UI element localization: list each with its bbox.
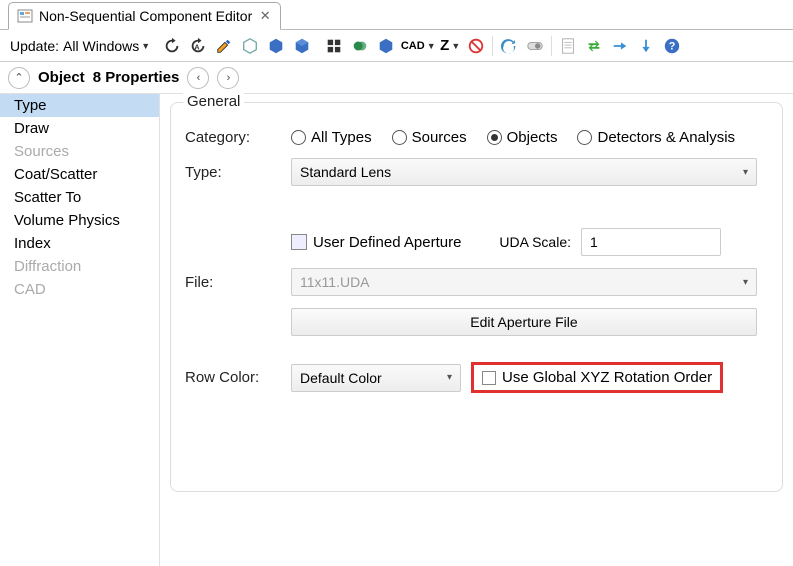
- caret-down-icon: ▼: [427, 41, 436, 51]
- edit-aperture-button[interactable]: Edit Aperture File: [291, 308, 757, 336]
- object-label: Object: [38, 69, 85, 86]
- chevron-down-icon: ▾: [447, 372, 452, 383]
- toolbar: Update: All Windows ▼ A CAD▼ Z▼ ?: [0, 30, 793, 62]
- caret-down-icon: ▼: [451, 41, 460, 51]
- sidebar-item-diffraction: Diffraction: [0, 255, 159, 278]
- swap-icon[interactable]: [582, 34, 606, 58]
- global-xyz-checkbox[interactable]: Use Global XYZ Rotation Order: [482, 369, 712, 386]
- row-color-select[interactable]: Default Color ▾: [291, 364, 461, 392]
- main-area: Type Draw Sources Coat/Scatter Scatter T…: [0, 94, 793, 566]
- edit-icon[interactable]: [212, 34, 236, 58]
- cad-dropdown[interactable]: CAD▼: [406, 34, 430, 58]
- properties-label: 8 Properties: [93, 69, 180, 86]
- overlap-icon[interactable]: [348, 34, 372, 58]
- radio-icon: [392, 130, 407, 145]
- uda-scale-input[interactable]: 1: [581, 228, 721, 256]
- source-icon[interactable]: [264, 34, 288, 58]
- tab-bar: Non-Sequential Component Editor ✕: [0, 0, 793, 30]
- sidebar-item-sources: Sources: [0, 140, 159, 163]
- refresh-all-icon[interactable]: A: [186, 34, 210, 58]
- content-panel: General Category: All Types Sources Obje…: [160, 94, 793, 566]
- chevron-down-icon: ▾: [743, 277, 748, 288]
- radio-icon: [291, 130, 306, 145]
- update-dropdown[interactable]: Update: All Windows ▼: [6, 38, 150, 54]
- sidebar-item-coat-scatter[interactable]: Coat/Scatter: [0, 163, 159, 186]
- close-icon[interactable]: ✕: [258, 9, 272, 23]
- refresh-icon[interactable]: [160, 34, 184, 58]
- sidebar-item-index[interactable]: Index: [0, 232, 159, 255]
- general-legend: General: [183, 93, 244, 110]
- sidebar-item-scatter-to[interactable]: Scatter To: [0, 186, 159, 209]
- radio-icon: [487, 130, 502, 145]
- row-color-label: Row Color:: [185, 369, 281, 386]
- z-dropdown[interactable]: Z▼: [438, 34, 462, 58]
- sidebar-item-draw[interactable]: Draw: [0, 117, 159, 140]
- chevron-right-icon: ›: [227, 72, 231, 84]
- chevron-left-icon: ‹: [197, 72, 201, 84]
- help-icon[interactable]: ?: [660, 34, 684, 58]
- prev-button[interactable]: ‹: [187, 67, 209, 89]
- sidebar-item-volume-physics[interactable]: Volume Physics: [0, 209, 159, 232]
- caret-down-icon: ▼: [141, 41, 150, 51]
- sidebar-item-cad: CAD: [0, 278, 159, 301]
- category-radio-group: All Types Sources Objects Detectors & An…: [291, 129, 735, 146]
- editor-tab[interactable]: Non-Sequential Component Editor ✕: [8, 2, 281, 30]
- checkbox-icon: [482, 371, 496, 385]
- arrow-right-icon[interactable]: [608, 34, 632, 58]
- chevron-down-icon: ▾: [743, 167, 748, 178]
- editor-tab-icon: [17, 8, 33, 24]
- radio-icon: [577, 130, 592, 145]
- sidebar: Type Draw Sources Coat/Scatter Scatter T…: [0, 94, 160, 566]
- toggle-icon[interactable]: [523, 34, 547, 58]
- prohibit-icon[interactable]: [464, 34, 488, 58]
- svg-text:A: A: [195, 42, 200, 51]
- radio-sources[interactable]: Sources: [392, 129, 467, 146]
- svg-text:?: ?: [669, 40, 676, 52]
- grid-icon[interactable]: [322, 34, 346, 58]
- object-icon[interactable]: [290, 34, 314, 58]
- uda-scale-label: UDA Scale:: [499, 234, 571, 250]
- header-bar: ⌃ Object 8 Properties ‹ ›: [0, 62, 793, 94]
- next-button[interactable]: ›: [217, 67, 239, 89]
- update-value: All Windows: [63, 38, 139, 54]
- arrow-down-icon[interactable]: [634, 34, 658, 58]
- sidebar-item-type[interactable]: Type: [0, 94, 159, 117]
- radio-all-types[interactable]: All Types: [291, 129, 372, 146]
- category-label: Category:: [185, 129, 281, 146]
- file-label: File:: [185, 274, 281, 291]
- file-select: 11x11.UDA ▾: [291, 268, 757, 296]
- hex-icon[interactable]: [374, 34, 398, 58]
- collapse-button[interactable]: ⌃: [8, 67, 30, 89]
- chevron-up-icon: ⌃: [14, 71, 23, 84]
- general-fieldset: General Category: All Types Sources Obje…: [170, 102, 783, 492]
- checkbox-icon: [291, 234, 307, 250]
- radio-objects[interactable]: Objects: [487, 129, 558, 146]
- radio-detectors[interactable]: Detectors & Analysis: [577, 129, 735, 146]
- type-label: Type:: [185, 164, 281, 181]
- document-icon[interactable]: [556, 34, 580, 58]
- uda-checkbox[interactable]: User Defined Aperture: [291, 234, 461, 251]
- global-xyz-highlight: Use Global XYZ Rotation Order: [471, 362, 723, 393]
- rotate-icon[interactable]: [497, 34, 521, 58]
- cube-outline-icon[interactable]: [238, 34, 262, 58]
- editor-tab-title: Non-Sequential Component Editor: [39, 8, 252, 24]
- update-label: Update:: [6, 38, 61, 54]
- type-select[interactable]: Standard Lens ▾: [291, 158, 757, 186]
